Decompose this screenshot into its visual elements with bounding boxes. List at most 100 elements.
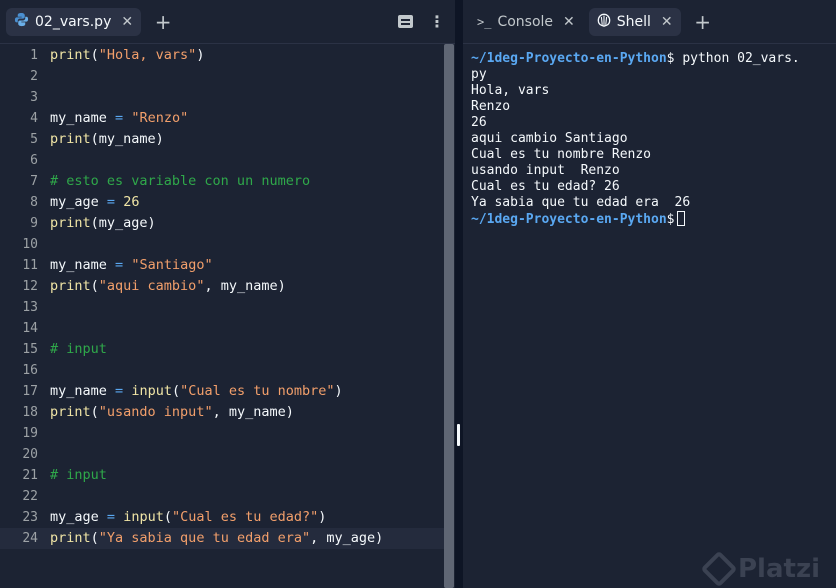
- tab-shell-label: Shell: [616, 13, 651, 30]
- code-line[interactable]: 20: [0, 444, 444, 465]
- command-line: ~/1deg-Proyecto-en-Python$ python 02_var…: [471, 51, 828, 67]
- prompt-path: ~/1deg-Proyecto-en-Python: [471, 212, 667, 227]
- output-line: aqui cambio Santiago: [471, 131, 628, 146]
- code-line[interactable]: 17 my_name = input("Cual es tu nombre"): [0, 381, 444, 402]
- code-line[interactable]: 7 # esto es variable con un numero: [0, 171, 444, 192]
- output-line: Cual es tu nombre Renzo: [471, 147, 652, 162]
- prompt-path: ~/1deg-Proyecto-en-Python: [471, 51, 667, 66]
- code-line[interactable]: 21 # input: [0, 465, 444, 486]
- code-line[interactable]: 1 print("Hola, vars"): [0, 45, 444, 66]
- code-token: print: [50, 404, 91, 420]
- code-editor[interactable]: 1 print("Hola, vars") 2 3 4 my_name = "Renzo"…: [0, 45, 444, 588]
- code-token: my_age: [50, 509, 107, 525]
- code-line[interactable]: 10: [0, 234, 444, 255]
- code-line[interactable]: 12 print("aqui cambio", my_name): [0, 276, 444, 297]
- code-token: my_name: [50, 383, 116, 399]
- line-number: 22: [22, 489, 38, 504]
- output-line: usando input Renzo: [471, 163, 620, 178]
- code-text: # input: [44, 339, 107, 360]
- code-line[interactable]: 22: [0, 486, 444, 507]
- output-line: 26: [471, 115, 487, 130]
- code-text: my_name = input("Cual es tu nombre"): [44, 381, 343, 402]
- code-line[interactable]: 11 my_name = "Santiago": [0, 255, 444, 276]
- code-token: # input: [50, 341, 107, 357]
- close-icon[interactable]: ✕: [563, 14, 575, 30]
- code-line[interactable]: 4 my_name = "Renzo": [0, 108, 444, 129]
- line-number: 17: [22, 384, 38, 399]
- line-number: 23: [22, 510, 38, 525]
- code-token: (my_name): [90, 131, 164, 147]
- code-token: my_name: [50, 110, 116, 126]
- code-line[interactable]: 6: [0, 150, 444, 171]
- line-number: 18: [22, 405, 38, 420]
- more-options-icon[interactable]: ⋮: [425, 10, 449, 34]
- code-text: print(my_name): [44, 129, 164, 150]
- tab-shell[interactable]: Shell ✕: [588, 7, 681, 36]
- code-token: 26: [123, 194, 140, 210]
- code-token: my_age: [50, 194, 107, 210]
- code-line[interactable]: 5 print(my_name): [0, 129, 444, 150]
- line-number: 8: [30, 195, 38, 210]
- console-pane: >_ Console ✕ Shell ✕ + ~/1deg-Proyecto-e…: [463, 0, 836, 588]
- output-line: Ya sabia que tu edad era 26: [471, 195, 691, 210]
- file-tab-label: 02_vars.py: [35, 13, 112, 30]
- terminal-icon: >_: [477, 14, 492, 29]
- file-tab[interactable]: 02_vars.py ✕: [6, 7, 142, 36]
- code-text: # input: [44, 465, 107, 486]
- code-token: ): [334, 383, 343, 399]
- code-line[interactable]: 19: [0, 423, 444, 444]
- tab-console-label: Console: [497, 13, 554, 30]
- editor-tabbar: 02_vars.py ✕ + ⋮: [0, 0, 455, 44]
- line-number: 19: [22, 426, 38, 441]
- code-text: print(my_age): [44, 213, 156, 234]
- pane-resize-handle[interactable]: [457, 424, 460, 446]
- code-token: "Cual es tu nombre": [180, 383, 335, 399]
- watermark-label: Platzi: [738, 554, 820, 584]
- code-token: (: [163, 509, 172, 525]
- line-number: 14: [22, 321, 38, 336]
- code-line[interactable]: 8 my_age = 26: [0, 192, 444, 213]
- line-number: 4: [30, 111, 38, 126]
- output-line: Cual es tu edad? 26: [471, 179, 620, 194]
- line-number: 2: [30, 69, 38, 84]
- line-number: 24: [22, 531, 38, 546]
- line-number: 6: [30, 153, 38, 168]
- code-token: (: [90, 404, 99, 420]
- code-line[interactable]: 3: [0, 87, 444, 108]
- code-token: (: [90, 278, 99, 294]
- code-token: (my_age): [90, 215, 156, 231]
- line-number: 11: [22, 258, 38, 273]
- code-token: "aqui cambio": [98, 278, 205, 294]
- python-icon: [14, 12, 29, 31]
- tab-console[interactable]: >_ Console ✕: [469, 8, 583, 36]
- code-text: my_age = input("Cual es tu edad?"): [44, 507, 326, 528]
- close-icon[interactable]: ✕: [661, 14, 673, 30]
- code-line[interactable]: 14: [0, 318, 444, 339]
- prompt-symbol: $: [666, 212, 675, 227]
- code-line[interactable]: 13: [0, 297, 444, 318]
- shell-output[interactable]: ~/1deg-Proyecto-en-Python$ python 02_var…: [463, 45, 836, 588]
- close-icon[interactable]: ✕: [121, 14, 133, 30]
- code-line[interactable]: 15 # input: [0, 339, 444, 360]
- editor-scrollbar[interactable]: [444, 44, 454, 588]
- code-text: print("usando input", my_name): [44, 402, 294, 423]
- add-tab-icon[interactable]: +: [153, 12, 173, 32]
- file-outline-icon[interactable]: [393, 10, 417, 34]
- code-text: print("Hola, vars"): [44, 45, 204, 66]
- code-line[interactable]: 18 print("usando input", my_name): [0, 402, 444, 423]
- code-line[interactable]: 2: [0, 66, 444, 87]
- line-number: 9: [30, 216, 38, 231]
- code-line[interactable]: 23 my_age = input("Cual es tu edad?"): [0, 507, 444, 528]
- prompt-symbol: $: [666, 51, 675, 66]
- code-token: (: [90, 47, 99, 63]
- code-line[interactable]: 16: [0, 360, 444, 381]
- code-line[interactable]: 24 print("Ya sabia que tu edad era", my_a…: [0, 528, 444, 549]
- add-tab-icon[interactable]: +: [693, 12, 713, 32]
- code-token: "Ya sabia que tu edad era": [98, 530, 311, 546]
- code-line[interactable]: 9 print(my_age): [0, 213, 444, 234]
